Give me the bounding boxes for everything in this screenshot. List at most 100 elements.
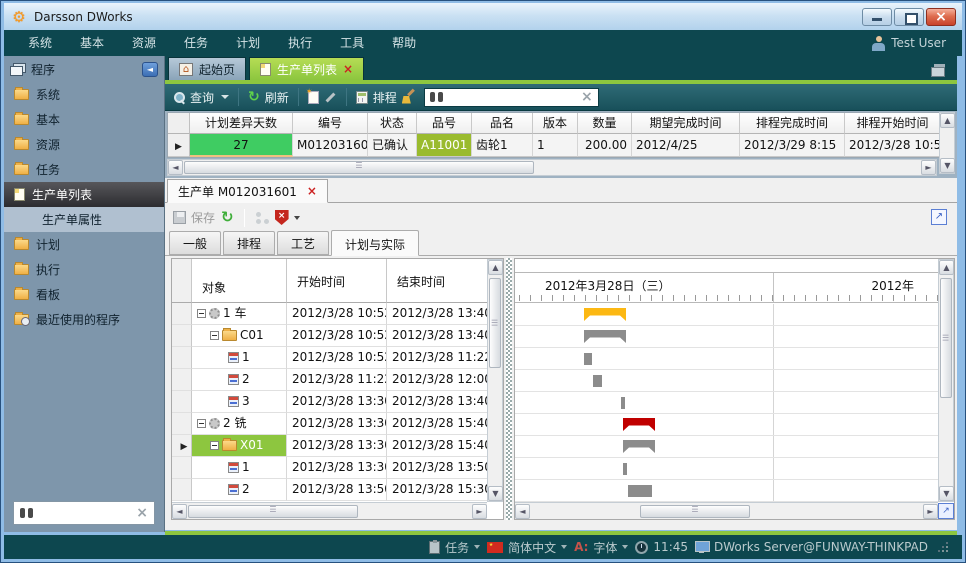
- col-sched-finish[interactable]: 排程完成时间: [740, 113, 845, 134]
- gantt-vertical-scrollbar[interactable]: [938, 259, 954, 502]
- col-expected-finish[interactable]: 期望完成时间: [632, 113, 740, 134]
- restore-button[interactable]: [894, 8, 924, 26]
- tab-close-icon[interactable]: [343, 63, 353, 75]
- sidebar-item-plan[interactable]: 计划: [4, 232, 164, 257]
- gantt-bar[interactable]: [584, 353, 592, 365]
- col-item-name[interactable]: 品名: [472, 113, 533, 134]
- scroll-up-icon[interactable]: [939, 260, 954, 275]
- tree-row[interactable]: 2 2012/3/28 11:22 2012/3/28 12:00: [172, 369, 503, 391]
- grid-horizontal-scrollbar[interactable]: [167, 159, 937, 176]
- scroll-down-icon[interactable]: [940, 158, 955, 173]
- scroll-right-icon[interactable]: [923, 504, 938, 519]
- scroll-left-icon[interactable]: [515, 504, 530, 519]
- col-end-time[interactable]: 结束时间: [387, 259, 487, 303]
- scroll-right-icon[interactable]: [472, 504, 487, 519]
- sidebar-search-input[interactable]: [39, 506, 130, 520]
- status-font-menu[interactable]: A: 字体: [574, 539, 628, 556]
- gantt-bar[interactable]: [593, 375, 602, 387]
- menu-task[interactable]: 任务: [170, 30, 222, 56]
- scroll-down-icon[interactable]: [939, 486, 954, 501]
- scrollbar-thumb[interactable]: [489, 278, 501, 368]
- collapse-node-icon[interactable]: [197, 419, 206, 428]
- gantt-bar[interactable]: [584, 330, 626, 343]
- tree-row[interactable]: 2 铣 2012/3/28 13:30 2012/3/28 15:40: [172, 413, 503, 435]
- edit-button[interactable]: [324, 91, 337, 104]
- tree-horizontal-scrollbar[interactable]: [172, 502, 487, 519]
- validate-button[interactable]: [275, 210, 300, 225]
- status-language-menu[interactable]: 简体中文: [487, 539, 567, 556]
- clear-search-icon[interactable]: [581, 90, 593, 104]
- menu-tools[interactable]: 工具: [326, 30, 378, 56]
- collapse-node-icon[interactable]: [210, 441, 219, 450]
- popout-icon[interactable]: [931, 209, 947, 225]
- sidebar-item-production-order-list[interactable]: 生产单列表: [4, 182, 164, 207]
- tab-home[interactable]: 起始页: [168, 57, 246, 80]
- splitter-handle[interactable]: [506, 258, 512, 520]
- collapse-node-icon[interactable]: [197, 309, 206, 318]
- toolbar-search-input[interactable]: [448, 90, 576, 104]
- clean-button[interactable]: [402, 91, 415, 104]
- col-code[interactable]: 编号: [293, 113, 368, 134]
- sidebar-item-system[interactable]: 系统: [4, 82, 164, 107]
- scroll-left-icon[interactable]: [172, 504, 187, 519]
- col-status[interactable]: 状态: [368, 113, 417, 134]
- user-menu[interactable]: Test User: [872, 36, 952, 51]
- scroll-right-icon[interactable]: [921, 160, 936, 175]
- tab-general[interactable]: 一般: [169, 231, 221, 255]
- gantt-bar[interactable]: [628, 485, 652, 497]
- col-item-no[interactable]: 品号: [417, 113, 472, 134]
- scroll-up-icon[interactable]: [488, 260, 503, 275]
- query-button[interactable]: 查询: [173, 89, 229, 106]
- menu-system[interactable]: 系统: [14, 30, 66, 56]
- tab-production-order-list[interactable]: 生产单列表: [249, 57, 364, 80]
- sidebar-item-board[interactable]: 看板: [4, 282, 164, 307]
- menu-execute[interactable]: 执行: [274, 30, 326, 56]
- tab-schedule[interactable]: 排程: [223, 231, 275, 255]
- tree-row[interactable]: C01 2012/3/28 10:52 2012/3/28 13:40: [172, 325, 503, 347]
- gantt-popout-icon[interactable]: [938, 503, 954, 519]
- tree-vertical-scrollbar[interactable]: [487, 259, 503, 502]
- gantt-bar[interactable]: [623, 440, 655, 453]
- menu-basic[interactable]: 基本: [66, 30, 118, 56]
- tab-plan-vs-actual[interactable]: 计划与实际: [331, 230, 419, 256]
- sidebar-item-task[interactable]: 任务: [4, 157, 164, 182]
- close-button[interactable]: [926, 8, 956, 26]
- grid-vertical-scrollbar[interactable]: [939, 112, 955, 174]
- gantt-bar[interactable]: [623, 463, 627, 475]
- minimize-button[interactable]: [862, 8, 892, 26]
- sidebar-item-production-order-props[interactable]: 生产单属性: [4, 207, 164, 232]
- sidebar-item-resource[interactable]: 资源: [4, 132, 164, 157]
- tree-row[interactable]: 3 2012/3/28 13:30 2012/3/28 13:40: [172, 391, 503, 413]
- menu-help[interactable]: 帮助: [378, 30, 430, 56]
- sidebar-collapse-button[interactable]: [142, 62, 158, 77]
- col-qty[interactable]: 数量: [578, 113, 632, 134]
- gantt-bar[interactable]: [584, 308, 626, 321]
- scrollbar-thumb[interactable]: [940, 278, 952, 398]
- tree-row[interactable]: 1 2012/3/28 13:30 2012/3/28 13:50: [172, 457, 503, 479]
- resize-grip[interactable]: [939, 543, 948, 552]
- menu-plan[interactable]: 计划: [222, 30, 274, 56]
- scroll-up-icon[interactable]: [940, 113, 955, 128]
- menu-resource[interactable]: 资源: [118, 30, 170, 56]
- gantt-horizontal-scrollbar[interactable]: [515, 502, 938, 519]
- order-document-tab[interactable]: 生产单 M012031601: [167, 179, 328, 203]
- tree-row[interactable]: 1 车 2012/3/28 10:52 2012/3/28 13:40: [172, 303, 503, 325]
- tree-row[interactable]: 2 2012/3/28 13:50 2012/3/28 15:30: [172, 479, 503, 501]
- scroll-left-icon[interactable]: [168, 160, 183, 175]
- window-list-icon[interactable]: [931, 64, 947, 76]
- col-plan-diff[interactable]: 计划差异天数: [190, 113, 293, 134]
- tree-row-selected[interactable]: X01 2012/3/28 13:30 2012/3/28 15:40: [172, 435, 503, 457]
- schedule-button[interactable]: 排程: [356, 89, 397, 106]
- tab-process[interactable]: 工艺: [277, 231, 329, 255]
- scroll-down-icon[interactable]: [488, 486, 503, 501]
- tree-row[interactable]: 1 2012/3/28 10:52 2012/3/28 11:22: [172, 347, 503, 369]
- tab-close-icon[interactable]: [307, 185, 317, 197]
- refresh-button[interactable]: 刷新: [248, 89, 289, 106]
- col-version[interactable]: 版本: [533, 113, 578, 134]
- table-row[interactable]: 27 M012031601 已确认 A11001 齿轮1 1 200.00 20…: [168, 134, 938, 157]
- scrollbar-thumb[interactable]: [188, 505, 358, 518]
- sidebar-item-recent-programs[interactable]: 最近使用的程序: [4, 307, 164, 332]
- sidebar-item-basic[interactable]: 基本: [4, 107, 164, 132]
- col-sched-start[interactable]: 排程开始时间: [845, 113, 940, 134]
- sidebar-item-execute[interactable]: 执行: [4, 257, 164, 282]
